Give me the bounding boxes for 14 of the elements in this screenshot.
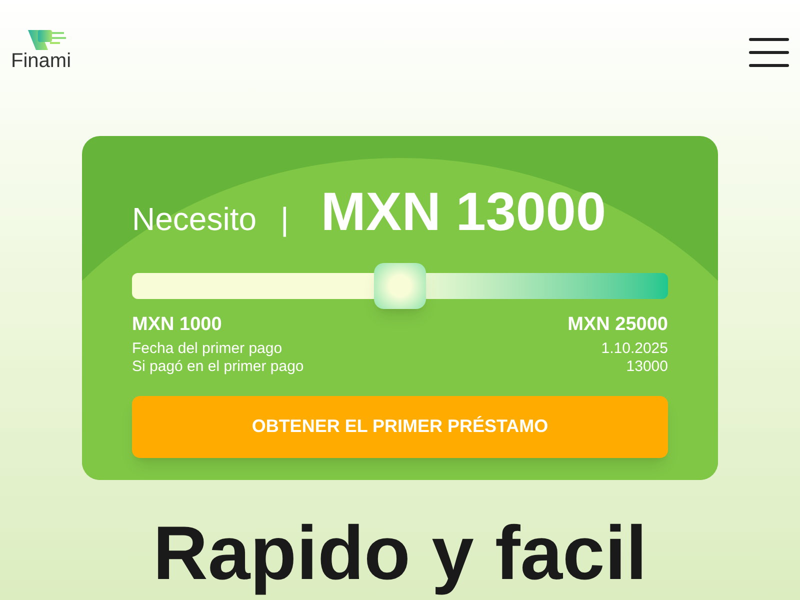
detail-value: 13000 bbox=[626, 358, 668, 376]
loan-amount: MXN 13000 bbox=[320, 181, 606, 244]
get-loan-button[interactable]: OBTENER EL PRIMER PRÉSTAMO bbox=[132, 396, 668, 458]
slider-thumb[interactable] bbox=[374, 263, 426, 309]
detail-label: Si pagó en el primer pago bbox=[132, 358, 304, 376]
max-amount: MXN 25000 bbox=[568, 313, 668, 337]
separator: | bbox=[280, 200, 289, 239]
detail-label: Fecha del primer pago bbox=[132, 340, 282, 358]
min-amount: MXN 1000 bbox=[132, 313, 222, 337]
amount-slider[interactable] bbox=[132, 263, 668, 309]
need-label: Necesito bbox=[132, 200, 256, 239]
menu-button[interactable] bbox=[749, 38, 789, 67]
detail-value: 1.10.2025 bbox=[601, 340, 668, 358]
logo-text: Finami bbox=[11, 51, 72, 71]
